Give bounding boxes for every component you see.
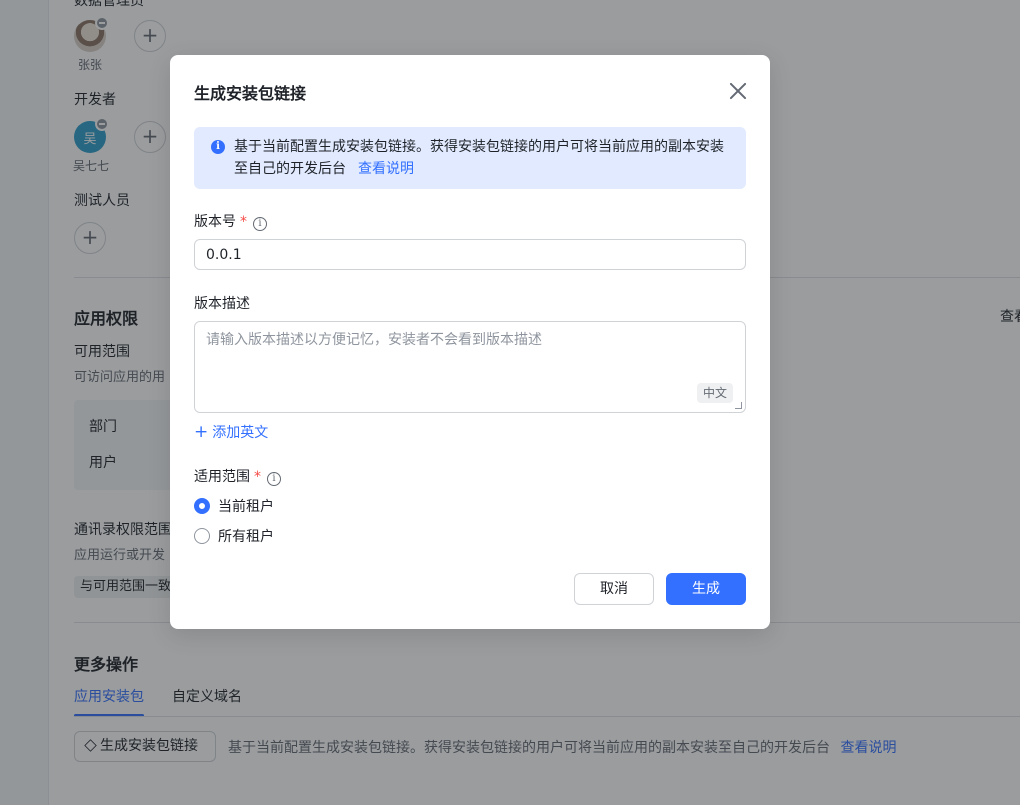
required-mark: * [240,214,247,230]
description-label: 版本描述 [194,293,250,313]
scope-option-label: 所有租户 [218,526,274,546]
close-icon[interactable] [728,81,748,101]
help-icon[interactable]: i [253,217,267,231]
description-field: 中文 [194,321,746,413]
info-text: 基于当前配置生成安装包链接。获得安装包链接的用户可将当前应用的副本安装至自己的开… [234,139,724,177]
info-banner: i 基于当前配置生成安装包链接。获得安装包链接的用户可将当前应用的副本安装至自己… [194,127,746,189]
add-english-label: 添加英文 [212,425,268,441]
generate-link-dialog: 生成安装包链接 i 基于当前配置生成安装包链接。获得安装包链接的用户可将当前应用… [170,55,770,629]
scope-option-all-tenants[interactable]: 所有租户 [194,526,274,546]
plus-icon: + [194,422,208,442]
scope-label-text: 适用范围 [194,469,250,485]
dialog-title: 生成安装包链接 [194,80,306,104]
cancel-button[interactable]: 取消 [574,573,654,605]
radio-checked-icon[interactable] [194,498,210,514]
radio-unchecked-icon[interactable] [194,528,210,544]
help-icon[interactable]: i [267,472,281,486]
scope-option-label: 当前租户 [218,496,274,516]
description-textarea[interactable] [195,322,745,412]
scope-label: 适用范围* i [194,466,281,486]
add-english-button[interactable]: +添加英文 [194,422,268,442]
version-label-text: 版本号 [194,214,236,230]
required-mark: * [254,469,261,485]
info-icon: i [211,140,225,154]
version-input[interactable] [194,239,746,270]
resize-handle[interactable] [735,402,742,409]
generate-button[interactable]: 生成 [666,573,746,605]
scope-option-current-tenant[interactable]: 当前租户 [194,496,274,516]
language-tag: 中文 [697,383,733,403]
info-link[interactable]: 查看说明 [358,161,414,177]
version-label: 版本号* i [194,211,267,231]
